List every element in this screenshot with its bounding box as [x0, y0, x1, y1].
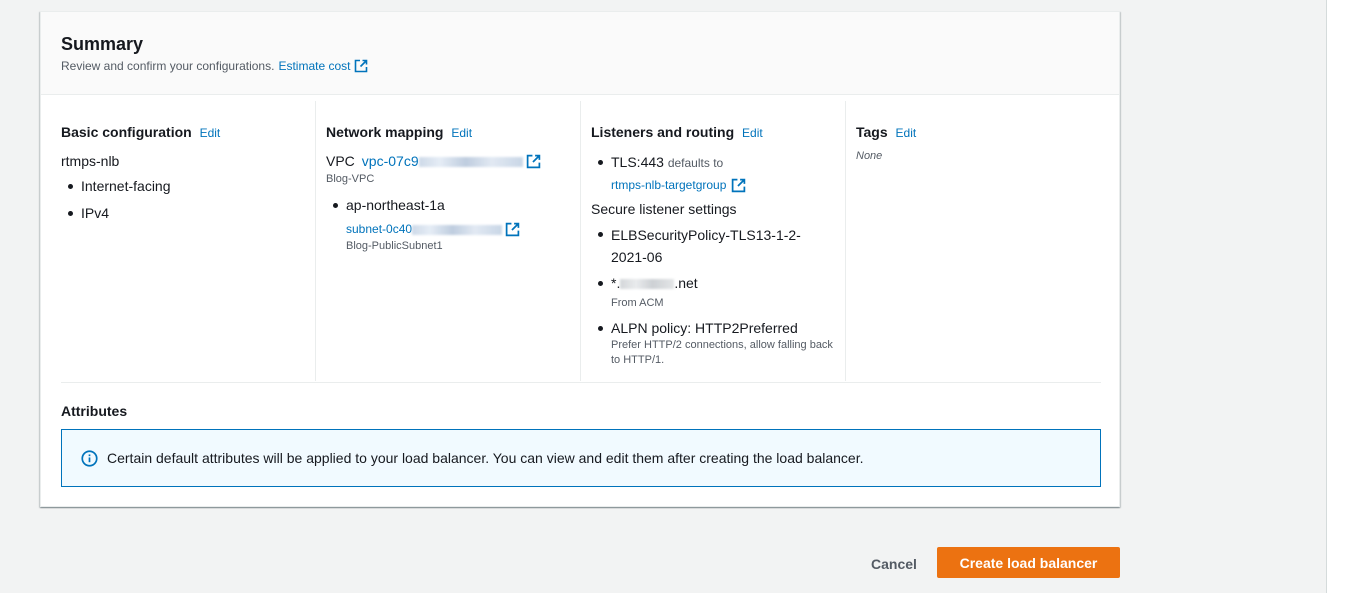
listener-defaults-to: defaults to [667, 156, 724, 170]
attributes-info-alert: Certain default attributes will be appli… [61, 429, 1101, 487]
redacted-domain [620, 279, 675, 290]
list-item: *. .net From ACM [598, 273, 846, 313]
tags-section: Tags Edit None [845, 101, 1101, 381]
certificate-name: *. .net [611, 275, 698, 291]
listeners-routing-edit-link[interactable]: Edit [742, 126, 763, 140]
summary-header: Summary Review and confirm your configur… [41, 12, 1119, 95]
external-link-icon [355, 59, 368, 73]
list-item: ALPN policy: HTTP2Preferred Prefer HTTP/… [598, 318, 846, 368]
tags-title: Tags [856, 124, 888, 140]
target-group-row: rtmps-nlb-targetgroup [611, 175, 846, 195]
vpc-label: VPC [326, 153, 355, 169]
estimate-cost-label: Estimate cost [278, 59, 351, 73]
cancel-button[interactable]: Cancel [860, 550, 928, 578]
load-balancer-name: rtmps-nlb [61, 153, 120, 169]
external-link-icon[interactable] [526, 154, 541, 169]
vpc-id-link[interactable]: vpc-07c9 [362, 153, 523, 169]
subnet-row: subnet-0c40 [346, 219, 581, 239]
alpn-policy-description: Prefer HTTP/2 connections, allow falling… [611, 339, 833, 366]
listeners-routing-title: Listeners and routing [591, 124, 735, 140]
attributes-info-text: Certain default attributes will be appli… [107, 450, 864, 466]
certificate-source: From ACM [611, 297, 664, 309]
attributes-heading: Attributes [61, 403, 128, 419]
subnet-name: Blog-PublicSubnet1 [346, 240, 443, 252]
vpc-row: VPC vpc-07c9 [326, 153, 581, 169]
tags-heading: Tags Edit [856, 124, 1101, 140]
info-icon [81, 449, 98, 467]
estimate-cost-link[interactable]: Estimate cost [278, 59, 368, 73]
subnet-id-link[interactable]: subnet-0c40 [346, 219, 503, 239]
summary-description-text: Review and confirm your configurations. [61, 59, 275, 73]
list-item: TLS:443 defaults to rtmps-nlb-targetgrou… [598, 152, 846, 195]
network-mapping-section: Network mapping Edit VPC vpc-07c9 Blog-V… [315, 101, 581, 381]
listener-protocol-port: TLS:443 [611, 154, 664, 170]
external-link-icon[interactable] [731, 178, 746, 193]
secure-listener-list: ELBSecurityPolicy-TLS13-1-2-2021-06 *. .n… [591, 224, 846, 368]
tags-value: None [856, 150, 883, 162]
availability-zone-list: ap-northeast-1a subnet-0c40 Blog-PublicS… [326, 195, 581, 253]
security-policy: ELBSecurityPolicy-TLS13-1-2-2021-06 [598, 224, 811, 268]
subnet-id: subnet-0c40 [346, 222, 413, 236]
create-load-balancer-button[interactable]: Create load balancer [937, 547, 1120, 578]
summary-description: Review and confirm your configurations. … [61, 59, 368, 73]
list-item: ap-northeast-1a subnet-0c40 Blog-PublicS… [333, 195, 581, 253]
summary-card: Summary Review and confirm your configur… [40, 11, 1120, 507]
basic-configuration-section: Basic configuration Edit rtmps-nlb Inter… [61, 101, 316, 381]
external-link-icon[interactable] [505, 222, 520, 237]
listener-list: TLS:443 defaults to rtmps-nlb-targetgrou… [591, 152, 846, 195]
target-group-link[interactable]: rtmps-nlb-targetgroup [611, 175, 726, 195]
listeners-routing-heading: Listeners and routing Edit [591, 124, 846, 140]
secure-listener-heading: Secure listener settings [591, 201, 737, 217]
network-mapping-heading: Network mapping Edit [326, 124, 581, 140]
vpc-name: Blog-VPC [326, 173, 375, 185]
listeners-routing-section: Listeners and routing Edit TLS:443 defau… [580, 101, 846, 381]
list-item: IPv4 [68, 203, 316, 223]
redacted-subnet-id [412, 224, 503, 235]
section-divider [61, 382, 1101, 383]
basic-configuration-heading: Basic configuration Edit [61, 124, 316, 140]
basic-configuration-edit-link[interactable]: Edit [200, 126, 221, 140]
basic-configuration-title: Basic configuration [61, 124, 192, 140]
certificate-suffix: .net [674, 275, 698, 291]
vpc-id: vpc-07c9 [361, 153, 419, 169]
summary-title: Summary [61, 34, 144, 54]
redacted-vpc-id [418, 157, 523, 168]
tags-edit-link[interactable]: Edit [896, 126, 917, 140]
availability-zone: ap-northeast-1a [346, 197, 445, 213]
certificate-prefix: *. [611, 275, 621, 291]
basic-configuration-list: Internet-facing IPv4 [61, 176, 316, 223]
list-item: Internet-facing [68, 176, 316, 196]
summary-columns: Basic configuration Edit rtmps-nlb Inter… [41, 101, 1121, 381]
network-mapping-edit-link[interactable]: Edit [451, 126, 472, 140]
network-mapping-title: Network mapping [326, 124, 444, 140]
alpn-policy: ALPN policy: HTTP2Preferred [611, 320, 798, 336]
right-side-panel [1326, 0, 1368, 593]
